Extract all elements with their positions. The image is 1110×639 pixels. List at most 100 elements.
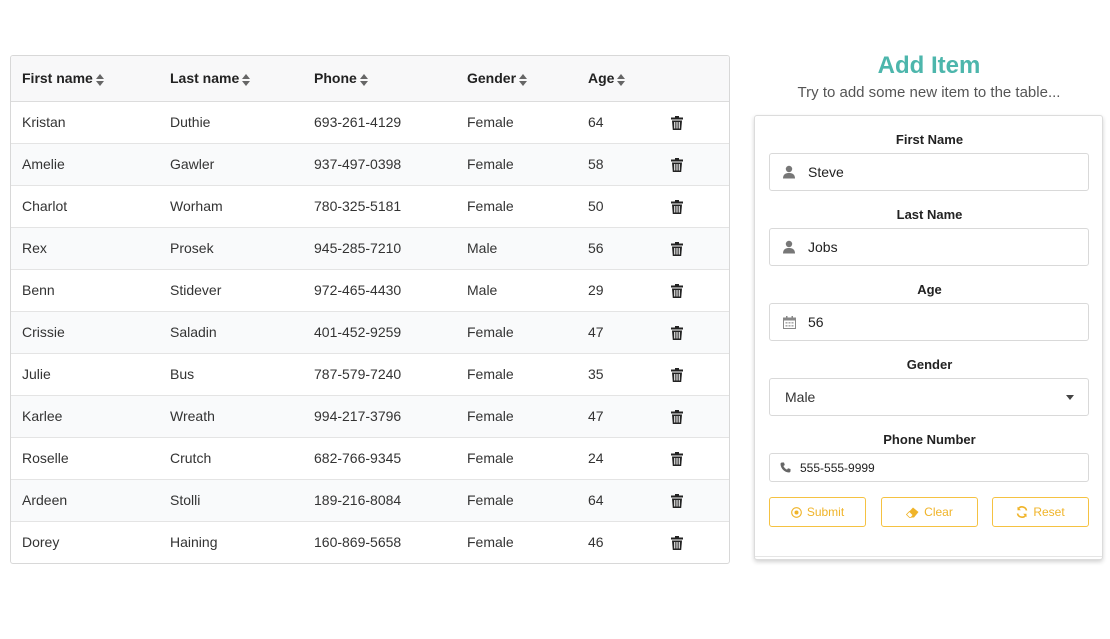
gender-select[interactable]: Male: [769, 378, 1089, 416]
age-cell: 50: [588, 198, 604, 214]
trash-icon[interactable]: [671, 494, 683, 509]
clear-button[interactable]: Clear: [881, 497, 978, 527]
row-actions: [655, 269, 729, 311]
column-header-age[interactable]: Age: [577, 56, 655, 102]
trash-icon[interactable]: [671, 536, 683, 551]
sort-icon[interactable]: [617, 73, 626, 86]
phone-cell: 787-579-7240: [314, 366, 402, 382]
trash-icon[interactable]: [671, 158, 683, 173]
last-name-cell: Stolli: [170, 492, 201, 508]
form-subtitle: Try to add some new item to the table...: [797, 84, 1061, 101]
age-cell: 46: [588, 534, 604, 551]
first-name-cell: Dorey: [22, 534, 60, 551]
form-title: Add Item: [877, 52, 981, 79]
row-actions: [655, 479, 729, 521]
gender-cell: Female: [467, 156, 514, 172]
table-row: Ardeen Stolli 189-216-8084 Female 64: [11, 479, 729, 521]
phone-cell: 994-217-3796: [314, 408, 402, 424]
trash-icon[interactable]: [671, 326, 683, 341]
phone-field[interactable]: [769, 453, 1089, 482]
last-name-input[interactable]: [808, 239, 1068, 255]
submit-icon: [790, 506, 802, 518]
last-name-cell: Duthie: [170, 114, 211, 130]
table-row: Crissie Saladin 401-452-9259 Female 47: [11, 311, 729, 353]
row-actions: [655, 185, 729, 227]
gender-cell: Female: [467, 534, 514, 551]
column-header-phone[interactable]: Phone: [303, 56, 456, 102]
gender-cell: Female: [467, 366, 514, 382]
age-field[interactable]: [769, 303, 1089, 341]
age-cell: 47: [588, 324, 604, 340]
row-actions: [655, 353, 729, 395]
first-name-cell: Roselle: [22, 450, 69, 466]
table-row: Roselle Crutch 682-766-9345 Female 24: [11, 437, 729, 479]
column-header-actions: [655, 56, 729, 102]
age-cell: 35: [588, 366, 604, 382]
last-name-cell: Crutch: [170, 450, 212, 466]
column-header-label: Gender: [467, 70, 517, 87]
sort-icon[interactable]: [95, 73, 104, 86]
clear-label: Clear: [924, 505, 953, 519]
first-name-cell: Rex: [22, 240, 47, 256]
age-input[interactable]: [808, 314, 1068, 330]
table-row: Benn Stidever 972-465-4430 Male 29: [11, 269, 729, 311]
column-header-last-name[interactable]: Last name: [159, 56, 303, 102]
age-cell: 64: [588, 492, 604, 508]
first-name-cell: Karlee: [22, 408, 63, 424]
age-cell: 29: [588, 282, 604, 298]
table-row: Rex Prosek 945-285-7210 Male 56: [11, 227, 729, 269]
trash-icon[interactable]: [671, 368, 683, 383]
phone-cell: 682-766-9345: [314, 450, 402, 466]
table-row: Kristan Duthie 693-261-4129 Female 64: [11, 101, 729, 143]
table-row: Dorey Haining 160-869-5658 Female 46: [11, 521, 729, 563]
trash-icon[interactable]: [671, 116, 683, 131]
column-header-label: Age: [588, 70, 615, 87]
user-icon: [770, 240, 808, 254]
submit-button[interactable]: Submit: [769, 497, 866, 527]
trash-icon[interactable]: [671, 452, 683, 467]
first-name-cell: Amelie: [22, 156, 65, 172]
sort-icon[interactable]: [359, 73, 368, 86]
gender-cell: Female: [467, 450, 514, 466]
row-actions: [655, 143, 729, 185]
first-name-field[interactable]: [769, 153, 1089, 191]
sort-icon[interactable]: [242, 73, 251, 86]
trash-icon[interactable]: [671, 200, 683, 215]
age-label: Age: [917, 282, 942, 297]
column-header-first-name[interactable]: First name: [11, 56, 159, 102]
trash-icon[interactable]: [671, 284, 683, 299]
phone-label: Phone Number: [883, 432, 976, 447]
age-cell: 56: [588, 240, 604, 256]
refresh-icon: [1016, 506, 1028, 518]
phone-input[interactable]: [800, 460, 1060, 475]
trash-icon[interactable]: [671, 242, 683, 257]
column-header-label: First name: [22, 70, 93, 87]
table-row: Karlee Wreath 994-217-3796 Female 47: [11, 395, 729, 437]
column-header-label: Last name: [170, 70, 240, 87]
gender-label: Gender: [906, 357, 953, 372]
gender-cell: Female: [467, 408, 514, 424]
trash-icon[interactable]: [671, 410, 683, 425]
table-row: Julie Bus 787-579-7240 Female 35: [11, 353, 729, 395]
last-name-field[interactable]: [769, 228, 1089, 266]
age-cell: 58: [588, 156, 604, 172]
reset-button[interactable]: Reset: [992, 497, 1089, 527]
column-header-gender[interactable]: Gender: [456, 56, 577, 102]
last-name-cell: Saladin: [170, 324, 217, 340]
first-name-input[interactable]: [808, 164, 1068, 180]
row-actions: [655, 311, 729, 353]
submit-label: Submit: [806, 505, 845, 519]
last-name-cell: Prosek: [170, 240, 214, 256]
age-cell: 24: [588, 450, 604, 466]
first-name-label: First Name: [895, 132, 964, 147]
sort-icon[interactable]: [519, 73, 528, 86]
gender-cell: Male: [467, 282, 498, 298]
row-actions: [655, 521, 729, 563]
people-table: First name Last name Phone Gender Age Kr…: [10, 55, 730, 564]
eraser-icon: [906, 507, 919, 518]
last-name-cell: Bus: [170, 366, 195, 382]
phone-cell: 693-261-4129: [314, 114, 402, 130]
table-header-row: First name Last name Phone Gender Age: [11, 56, 729, 102]
age-cell: 64: [588, 114, 604, 130]
calendar-icon: [770, 315, 808, 329]
